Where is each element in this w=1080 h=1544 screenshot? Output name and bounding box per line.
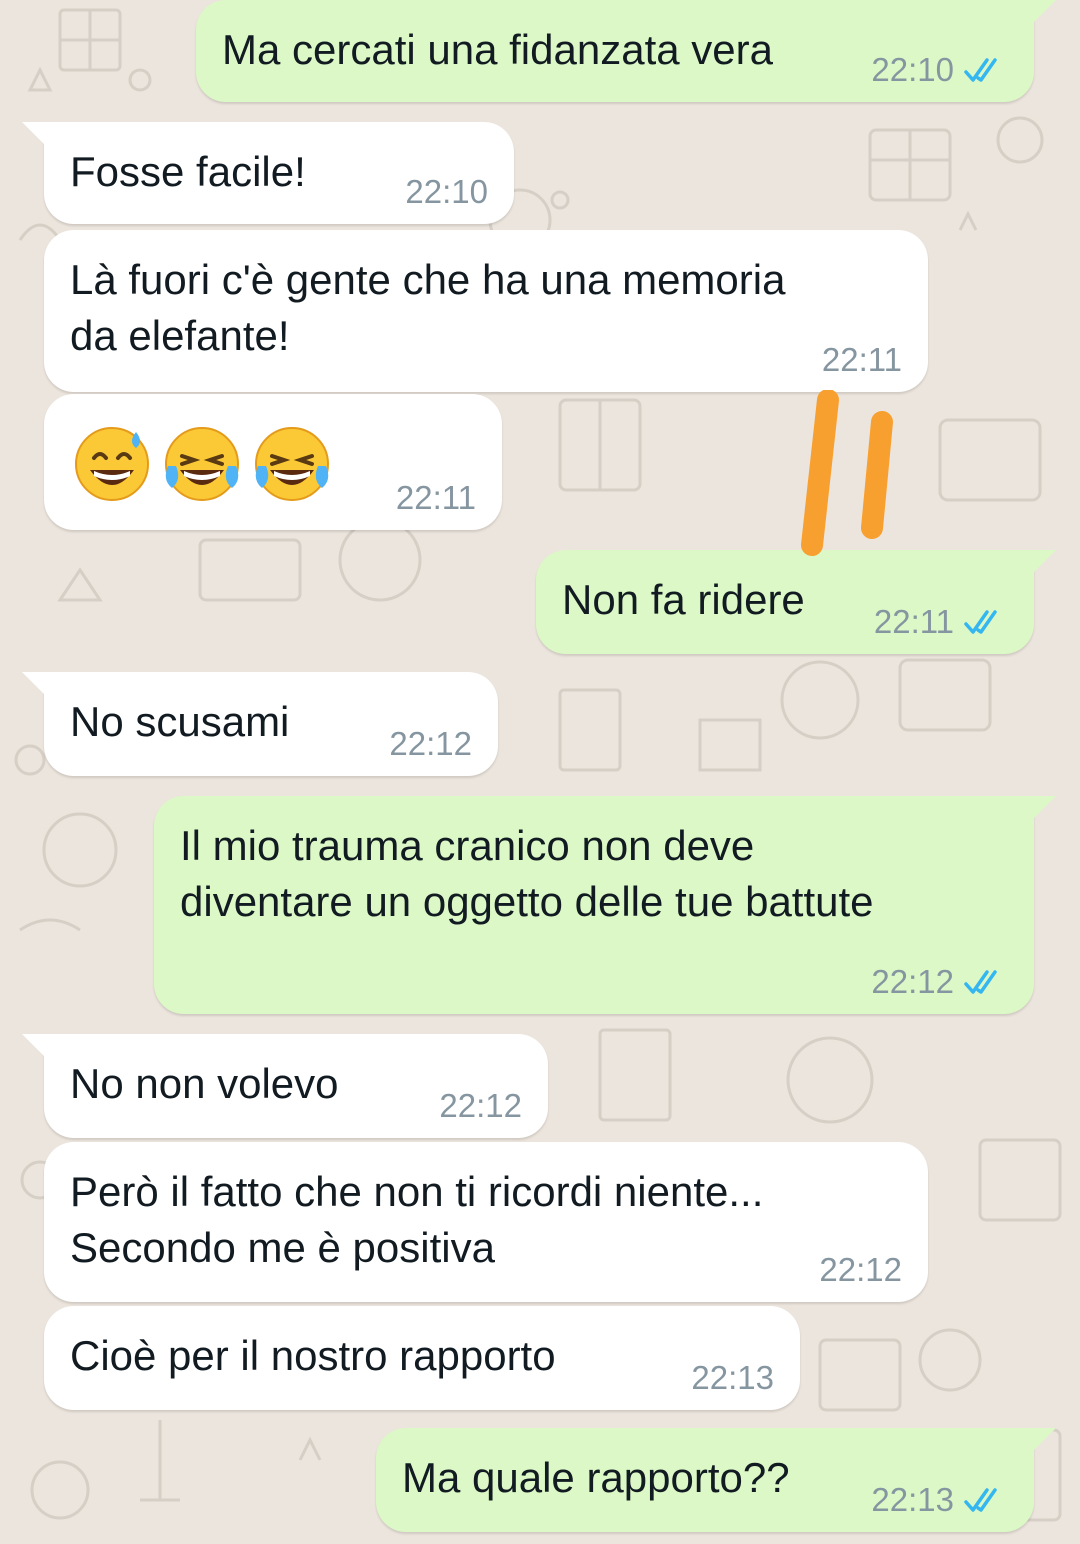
outgoing-message-bubble[interactable]: Ma quale rapporto?? 22:13 (376, 1428, 1056, 1532)
message-time: 22:11 (395, 479, 476, 516)
incoming-message-bubble[interactable]: No scusami 22:12 (22, 672, 498, 776)
message-text: Il mio trauma cranico non deve diventare… (180, 822, 874, 925)
message-time: 22:10 (871, 51, 954, 88)
orange-highlighter-marks (801, 390, 893, 556)
tears-of-joy-emoji (255, 427, 329, 501)
message-time: 22:11 (821, 341, 902, 378)
message-time: 22:13 (691, 1359, 774, 1396)
incoming-message-bubble[interactable]: Però il fatto che non ti ricordi niente.… (44, 1142, 928, 1302)
message-meta: 22:12 (389, 726, 472, 762)
message-time: 22:12 (439, 1087, 522, 1124)
outgoing-message-bubble[interactable]: Il mio trauma cranico non deve diventare… (154, 796, 1056, 1014)
message-meta: 22:10 (405, 174, 488, 210)
outgoing-message-bubble[interactable]: Ma cercati una fidanzata vera 22:10 (196, 0, 1056, 102)
message-meta: 22:12 (871, 964, 1008, 1000)
message-text: Cioè per il nostro rapporto (70, 1332, 556, 1379)
message-meta: 22:13 (871, 1482, 1008, 1518)
message-meta: 22:11 (822, 342, 902, 378)
double-check-read-icon (964, 970, 997, 994)
message-time: 22:12 (871, 963, 954, 1000)
message-meta: 22:11 (396, 480, 476, 516)
message-text: Là fuori c'è gente che ha una memoria da… (70, 256, 786, 359)
message-meta: 22:12 (819, 1252, 902, 1288)
message-time: 22:13 (871, 1481, 954, 1518)
message-time: 22:11 (873, 603, 954, 640)
grinning-sweat-emoji (75, 427, 149, 501)
incoming-message-bubble[interactable]: No non volevo 22:12 (22, 1034, 548, 1138)
message-time: 22:10 (405, 173, 488, 210)
double-check-read-icon (964, 58, 997, 82)
incoming-message-bubble[interactable]: Là fuori c'è gente che ha una memoria da… (44, 230, 928, 392)
double-check-read-icon (964, 610, 997, 634)
message-meta: 22:10 (871, 52, 1008, 88)
message-meta: 22:13 (691, 1360, 774, 1396)
outgoing-message-bubble[interactable]: Non fa ridere 22:11 (536, 550, 1056, 654)
message-meta: 22:12 (439, 1088, 522, 1124)
message-meta: 22:11 (874, 604, 1008, 640)
message-text: Però il fatto che non ti ricordi niente.… (70, 1168, 764, 1271)
tears-of-joy-emoji (165, 427, 239, 501)
message-time: 22:12 (819, 1251, 902, 1288)
incoming-message-bubble[interactable]: 22:11 (44, 394, 502, 530)
incoming-message-bubble[interactable]: Fosse facile! 22:10 (22, 122, 514, 224)
incoming-message-bubble[interactable]: Cioè per il nostro rapporto 22:13 (44, 1306, 800, 1410)
double-check-read-icon (964, 1488, 997, 1512)
message-time: 22:12 (389, 725, 472, 762)
